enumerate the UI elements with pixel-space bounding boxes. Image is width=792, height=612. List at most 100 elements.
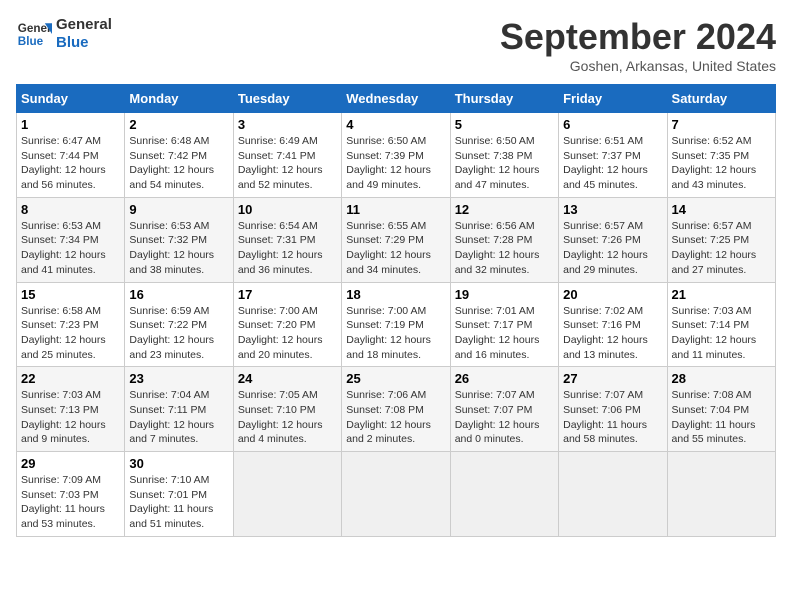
day-info: Sunrise: 7:05 AM Sunset: 7:10 PM Dayligh…: [238, 388, 337, 447]
day-info: Sunrise: 7:08 AM Sunset: 7:04 PM Dayligh…: [672, 388, 771, 447]
day-info: Sunrise: 6:50 AM Sunset: 7:38 PM Dayligh…: [455, 134, 554, 193]
week-row-2: 8 Sunrise: 6:53 AM Sunset: 7:34 PM Daylig…: [17, 197, 776, 282]
calendar-cell: 10Sunrise: 6:54 AM Sunset: 7:31 PM Dayli…: [233, 197, 341, 282]
calendar-cell: 9 Sunrise: 6:53 AM Sunset: 7:32 PM Daylig…: [125, 197, 233, 282]
column-header-tuesday: Tuesday: [233, 85, 341, 113]
column-header-thursday: Thursday: [450, 85, 558, 113]
page-header: General Blue General Blue September 2024…: [16, 16, 776, 74]
day-number: 5: [455, 117, 554, 132]
day-number: 8: [21, 202, 120, 217]
day-number: 14: [672, 202, 771, 217]
day-info: Sunrise: 6:50 AM Sunset: 7:39 PM Dayligh…: [346, 134, 445, 193]
calendar-table: SundayMondayTuesdayWednesdayThursdayFrid…: [16, 84, 776, 537]
day-number: 30: [129, 456, 228, 471]
month-title: September 2024: [500, 16, 776, 58]
day-info: Sunrise: 6:49 AM Sunset: 7:41 PM Dayligh…: [238, 134, 337, 193]
calendar-cell: 25 Sunrise: 7:06 AM Sunset: 7:08 PM Dayli…: [342, 367, 450, 452]
day-number: 16: [129, 287, 228, 302]
calendar-cell: 20Sunrise: 7:02 AM Sunset: 7:16 PM Dayli…: [559, 282, 667, 367]
calendar-cell: 27Sunrise: 7:07 AM Sunset: 7:06 PM Dayli…: [559, 367, 667, 452]
day-info: Sunrise: 6:47 AM Sunset: 7:44 PM Dayligh…: [21, 134, 120, 193]
day-number: 3: [238, 117, 337, 132]
calendar-cell: 2Sunrise: 6:48 AM Sunset: 7:42 PM Daylig…: [125, 113, 233, 198]
day-info: Sunrise: 7:00 AM Sunset: 7:19 PM Dayligh…: [346, 304, 445, 363]
day-number: 10: [238, 202, 337, 217]
day-number: 24: [238, 371, 337, 386]
day-number: 25: [346, 371, 445, 386]
day-number: 6: [563, 117, 662, 132]
title-block: September 2024 Goshen, Arkansas, United …: [500, 16, 776, 74]
calendar-cell: 6 Sunrise: 6:51 AM Sunset: 7:37 PM Daylig…: [559, 113, 667, 198]
calendar-cell: 19Sunrise: 7:01 AM Sunset: 7:17 PM Dayli…: [450, 282, 558, 367]
calendar-cell: 11Sunrise: 6:55 AM Sunset: 7:29 PM Dayli…: [342, 197, 450, 282]
day-info: Sunrise: 6:57 AM Sunset: 7:26 PM Dayligh…: [563, 219, 662, 278]
calendar-cell: 12 Sunrise: 6:56 AM Sunset: 7:28 PM Dayli…: [450, 197, 558, 282]
day-info: Sunrise: 7:02 AM Sunset: 7:16 PM Dayligh…: [563, 304, 662, 363]
calendar-cell: [667, 452, 775, 537]
day-number: 19: [455, 287, 554, 302]
calendar-cell: 18 Sunrise: 7:00 AM Sunset: 7:19 PM Dayli…: [342, 282, 450, 367]
day-info: Sunrise: 6:56 AM Sunset: 7:28 PM Dayligh…: [455, 219, 554, 278]
week-row-1: 1 Sunrise: 6:47 AM Sunset: 7:44 PM Daylig…: [17, 113, 776, 198]
calendar-body: 1 Sunrise: 6:47 AM Sunset: 7:44 PM Daylig…: [17, 113, 776, 537]
calendar-cell: 14 Sunrise: 6:57 AM Sunset: 7:25 PM Dayli…: [667, 197, 775, 282]
day-number: 2: [129, 117, 228, 132]
calendar-cell: 17 Sunrise: 7:00 AM Sunset: 7:20 PM Dayli…: [233, 282, 341, 367]
day-number: 9: [129, 202, 228, 217]
column-header-monday: Monday: [125, 85, 233, 113]
logo-line2: Blue: [56, 34, 112, 52]
calendar-cell: 4 Sunrise: 6:50 AM Sunset: 7:39 PM Daylig…: [342, 113, 450, 198]
calendar-cell: [450, 452, 558, 537]
day-info: Sunrise: 6:55 AM Sunset: 7:29 PM Dayligh…: [346, 219, 445, 278]
week-row-5: 29 Sunrise: 7:09 AM Sunset: 7:03 PM Dayli…: [17, 452, 776, 537]
day-info: Sunrise: 7:03 AM Sunset: 7:14 PM Dayligh…: [672, 304, 771, 363]
day-number: 18: [346, 287, 445, 302]
day-info: Sunrise: 6:52 AM Sunset: 7:35 PM Dayligh…: [672, 134, 771, 193]
calendar-cell: 16 Sunrise: 6:59 AM Sunset: 7:22 PM Dayli…: [125, 282, 233, 367]
day-info: Sunrise: 7:07 AM Sunset: 7:07 PM Dayligh…: [455, 388, 554, 447]
day-info: Sunrise: 7:10 AM Sunset: 7:01 PM Dayligh…: [129, 473, 228, 532]
location: Goshen, Arkansas, United States: [500, 58, 776, 74]
day-number: 1: [21, 117, 120, 132]
day-number: 28: [672, 371, 771, 386]
day-number: 22: [21, 371, 120, 386]
day-number: 17: [238, 287, 337, 302]
day-number: 13: [563, 202, 662, 217]
calendar-cell: 24 Sunrise: 7:05 AM Sunset: 7:10 PM Dayli…: [233, 367, 341, 452]
column-header-sunday: Sunday: [17, 85, 125, 113]
day-info: Sunrise: 7:07 AM Sunset: 7:06 PM Dayligh…: [563, 388, 662, 447]
day-info: Sunrise: 7:06 AM Sunset: 7:08 PM Dayligh…: [346, 388, 445, 447]
day-info: Sunrise: 7:03 AM Sunset: 7:13 PM Dayligh…: [21, 388, 120, 447]
day-info: Sunrise: 6:59 AM Sunset: 7:22 PM Dayligh…: [129, 304, 228, 363]
day-info: Sunrise: 6:53 AM Sunset: 7:32 PM Dayligh…: [129, 219, 228, 278]
day-number: 21: [672, 287, 771, 302]
calendar-cell: [342, 452, 450, 537]
day-info: Sunrise: 6:57 AM Sunset: 7:25 PM Dayligh…: [672, 219, 771, 278]
calendar-cell: 5 Sunrise: 6:50 AM Sunset: 7:38 PM Daylig…: [450, 113, 558, 198]
day-number: 23: [129, 371, 228, 386]
logo-line1: General: [56, 16, 112, 34]
day-info: Sunrise: 6:58 AM Sunset: 7:23 PM Dayligh…: [21, 304, 120, 363]
svg-text:Blue: Blue: [18, 35, 44, 48]
calendar-cell: 22 Sunrise: 7:03 AM Sunset: 7:13 PM Dayli…: [17, 367, 125, 452]
day-info: Sunrise: 7:09 AM Sunset: 7:03 PM Dayligh…: [21, 473, 120, 532]
day-info: Sunrise: 7:00 AM Sunset: 7:20 PM Dayligh…: [238, 304, 337, 363]
day-info: Sunrise: 6:51 AM Sunset: 7:37 PM Dayligh…: [563, 134, 662, 193]
column-header-saturday: Saturday: [667, 85, 775, 113]
day-info: Sunrise: 7:04 AM Sunset: 7:11 PM Dayligh…: [129, 388, 228, 447]
calendar-header-row: SundayMondayTuesdayWednesdayThursdayFrid…: [17, 85, 776, 113]
calendar-cell: 28 Sunrise: 7:08 AM Sunset: 7:04 PM Dayli…: [667, 367, 775, 452]
day-number: 26: [455, 371, 554, 386]
calendar-cell: 26 Sunrise: 7:07 AM Sunset: 7:07 PM Dayli…: [450, 367, 558, 452]
day-number: 4: [346, 117, 445, 132]
calendar-cell: 23 Sunrise: 7:04 AM Sunset: 7:11 PM Dayli…: [125, 367, 233, 452]
day-info: Sunrise: 6:53 AM Sunset: 7:34 PM Dayligh…: [21, 219, 120, 278]
calendar-cell: 21 Sunrise: 7:03 AM Sunset: 7:14 PM Dayli…: [667, 282, 775, 367]
column-header-friday: Friday: [559, 85, 667, 113]
day-number: 12: [455, 202, 554, 217]
calendar-cell: [559, 452, 667, 537]
calendar-cell: 29 Sunrise: 7:09 AM Sunset: 7:03 PM Dayli…: [17, 452, 125, 537]
calendar-cell: [233, 452, 341, 537]
day-number: 29: [21, 456, 120, 471]
week-row-3: 15Sunrise: 6:58 AM Sunset: 7:23 PM Dayli…: [17, 282, 776, 367]
